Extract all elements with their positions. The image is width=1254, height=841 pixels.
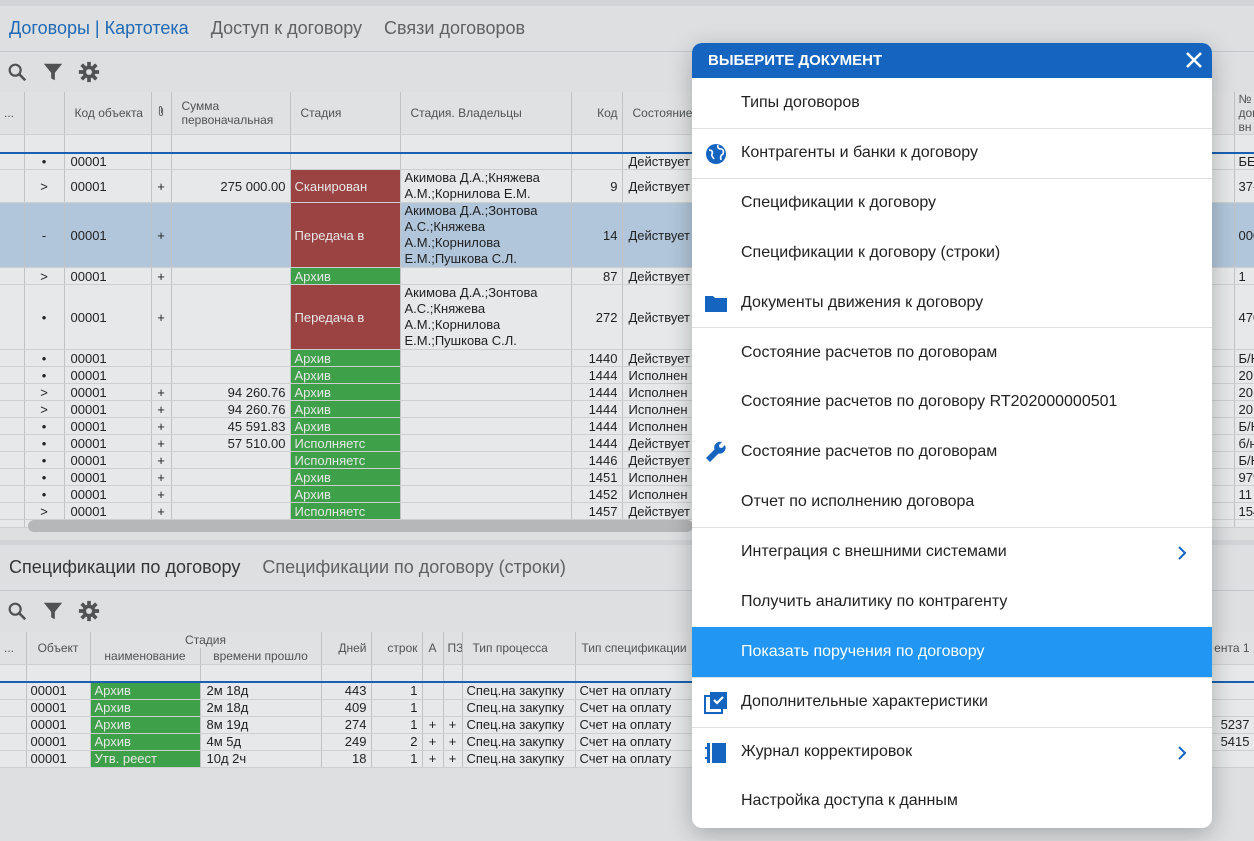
menu-item-label: Спецификации к договору xyxy=(741,194,937,212)
menu-item-10[interactable]: Интеграция с внешними системами xyxy=(692,527,1212,577)
menu-item-label: Журнал корректировок xyxy=(741,743,913,761)
menu-item-11[interactable]: Получить аналитику по контрагенту xyxy=(692,577,1212,627)
menu-item-label: Состояние расчетов по договорам xyxy=(741,443,998,461)
menu-item-label: Получить аналитику по контрагенту xyxy=(741,592,1008,610)
menu-item-5[interactable]: Документы движения к договору xyxy=(692,278,1212,328)
menu-item-label: Отчет по исполнению договора xyxy=(741,493,975,511)
menu-item-4[interactable]: Спецификации к договору (строки) xyxy=(692,228,1212,278)
document-picker-menu: ВЫБЕРИТЕ ДОКУМЕНТ Типы договоров Контраге… xyxy=(692,43,1212,828)
menu-item-label: Состояние расчетов по договору RT2020000… xyxy=(741,393,1118,411)
menu-item-label: Дополнительные характеристики xyxy=(741,693,988,711)
chevron-right-icon xyxy=(1178,745,1187,760)
menu-item-9[interactable]: Отчет по исполнению договора xyxy=(692,477,1212,527)
checklist-icon xyxy=(704,691,727,714)
menu-item-list: Типы договоров Контрагенты и банки к дого… xyxy=(692,78,1212,826)
menu-item-1[interactable]: Типы договоров xyxy=(692,78,1212,128)
wrench-icon xyxy=(706,441,726,463)
menu-item-label: Настройка доступа к данным xyxy=(741,792,958,810)
globe-icon xyxy=(706,143,726,164)
menu-item-8[interactable]: Состояние расчетов по договорам xyxy=(692,427,1212,477)
menu-item-label: Интеграция с внешними системами xyxy=(741,543,1007,561)
close-icon[interactable] xyxy=(1184,50,1204,70)
menu-item-label: Состояние расчетов по договорам xyxy=(741,343,998,361)
menu-item-label: Контрагенты и банки к договору xyxy=(741,144,978,162)
menu-item-2[interactable]: Контрагенты и банки к договору xyxy=(692,127,1212,178)
folder-icon xyxy=(705,295,727,312)
chevron-right-icon xyxy=(1178,546,1187,560)
journal-icon xyxy=(705,742,726,763)
menu-item-12[interactable]: Показать поручения по договору xyxy=(692,626,1212,677)
menu-item-label: Спецификации к договору (строки) xyxy=(741,243,1001,261)
menu-item-14[interactable]: Журнал корректировок xyxy=(692,726,1212,777)
menu-item-7[interactable]: Состояние расчетов по договору RT2020000… xyxy=(692,377,1212,427)
menu-item-label: Документы движения к договору xyxy=(741,293,984,311)
menu-item-label: Типы договоров xyxy=(741,93,860,111)
menu-item-label: Показать поручения по договору xyxy=(741,642,985,660)
menu-item-6[interactable]: Состояние расчетов по договорам xyxy=(692,327,1212,377)
menu-title: ВЫБЕРИТЕ ДОКУМЕНТ xyxy=(708,52,883,69)
menu-header: ВЫБЕРИТЕ ДОКУМЕНТ xyxy=(692,43,1212,78)
menu-item-13[interactable]: Дополнительные характеристики xyxy=(692,676,1212,727)
menu-item-15[interactable]: Настройка доступа к данным xyxy=(692,776,1212,826)
menu-item-3[interactable]: Спецификации к договору xyxy=(692,177,1212,228)
